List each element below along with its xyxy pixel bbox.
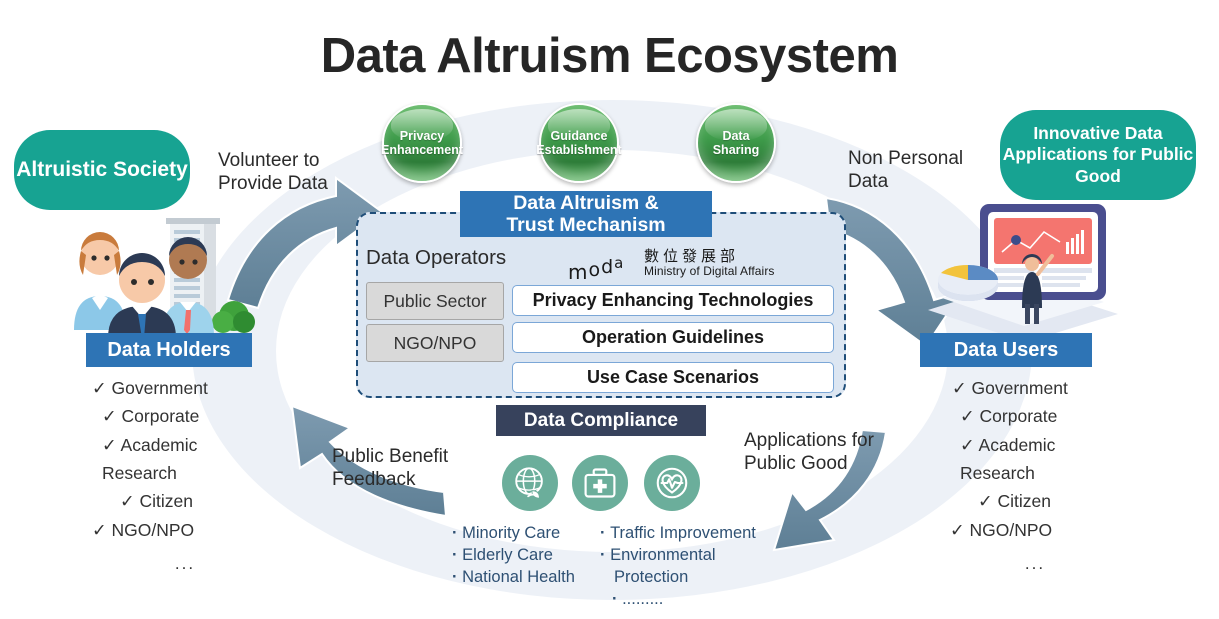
chip-ngo-npo[interactable]: NGO/NPO (366, 324, 504, 362)
bullet-item: Elderly Care (452, 545, 612, 567)
data-users-illustration (908, 190, 1128, 342)
box-use-case-scenarios[interactable]: Use Case Scenarios (512, 362, 834, 393)
pill-altruistic-society[interactable]: Altruistic Society (14, 130, 190, 210)
list-item: ✓ Citizen (120, 491, 194, 512)
bullet-item-ellipsis: ......... (600, 589, 786, 611)
label-applications-for-public-good: Applications for Public Good (744, 430, 874, 474)
moda-wordmark: moda (568, 254, 625, 284)
list-item: ✓ NGO/NPO (92, 519, 195, 540)
box-privacy-enhancing-technologies[interactable]: Privacy Enhancing Technologies (512, 285, 834, 316)
data-users-list: ✓ Government ✓ Corporate ✓ Academic Rese… (930, 374, 1140, 578)
circle-label: Guidance Establishment (536, 128, 622, 157)
list-item: ✓ NGO/NPO (950, 519, 1053, 540)
globe-leaf-icon (502, 455, 558, 511)
list-item: ✓ Academic Research (960, 434, 1056, 484)
list-ellipsis: ... (174, 554, 196, 574)
heading-data-compliance: Data Compliance (496, 405, 706, 436)
bullet-item: Environmental (600, 545, 786, 567)
circle-privacy-enhancement[interactable]: Privacy Enhancement (381, 103, 463, 183)
pill-label: Altruistic Society (16, 158, 188, 182)
medical-kit-icon (572, 455, 628, 511)
list-item: ✓ Corporate (102, 406, 200, 427)
data-holders-list: ✓ Government ✓ Corporate ✓ Academic Rese… (80, 374, 290, 578)
data-holders-illustration (66, 218, 266, 338)
moda-chinese-name: 數位發展部 (644, 248, 740, 265)
circle-guidance-establishment[interactable]: Guidance Establishment (536, 103, 622, 183)
pill-innovative-data-applications[interactable]: Innovative Data Applications for Public … (1000, 110, 1196, 200)
list-item: ✓ Government (92, 378, 208, 398)
heart-pulse-icon (644, 455, 700, 511)
page-title: Data Altruism Ecosystem (320, 29, 899, 83)
label-data-operators: Data Operators (366, 246, 507, 269)
circle-label: Privacy Enhancement (381, 128, 463, 157)
label-public-benefit-feedback: Public Benefit Feedback (332, 446, 449, 490)
label-non-personal-data: Non Personal Data (848, 148, 964, 192)
list-ellipsis: ... (1024, 554, 1046, 574)
label-data-holders: Data Holders (86, 333, 252, 367)
circle-data-sharing[interactable]: Data Sharing (696, 103, 776, 183)
circle-label: Data Sharing (712, 128, 760, 157)
compliance-bullets-right: Traffic Improvement Environmental Protec… (600, 523, 786, 611)
pill-label: Innovative Data Applications for Public … (1002, 122, 1194, 186)
moda-logo: moda 數位發展部 Ministry of Digital Affairs (568, 245, 798, 284)
bullet-item: Minority Care (452, 523, 612, 545)
diagram-canvas: Data Altruism Ecosystem Privacy Enhancem… (0, 0, 1219, 619)
label-volunteer-to-provide-data: Volunteer to Provide Data (218, 150, 328, 194)
label-data-users: Data Users (920, 333, 1092, 367)
list-item: ✓ Government (952, 378, 1068, 398)
heading-data-altruism-trust-mechanism: Data Altruism & Trust Mechanism (460, 191, 712, 237)
bullet-item: Traffic Improvement (600, 523, 786, 545)
bullet-item-continuation: Protection (614, 567, 689, 586)
box-operation-guidelines[interactable]: Operation Guidelines (512, 322, 834, 353)
chip-public-sector[interactable]: Public Sector (366, 282, 504, 320)
compliance-bullets-left: Minority Care Elderly Care National Heal… (452, 523, 612, 589)
bullet-item: National Health (452, 567, 612, 589)
moda-english-name: Ministry of Digital Affairs (644, 264, 775, 278)
list-item: ✓ Corporate (960, 406, 1058, 427)
list-item: ✓ Academic Research (102, 434, 198, 484)
list-item: ✓ Citizen (978, 491, 1052, 512)
